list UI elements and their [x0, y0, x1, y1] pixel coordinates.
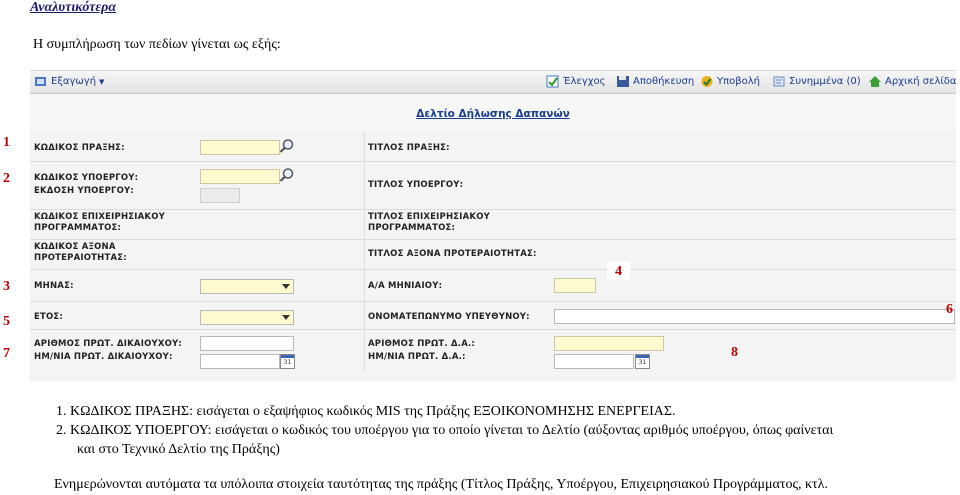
- chevron-down-icon: [282, 284, 290, 289]
- form-screenshot: Εξαγωγή ▼ Έλεγχος Αποθήκευση Υποβολή Συν…: [30, 70, 957, 381]
- calendar-icon[interactable]: 31: [280, 354, 295, 369]
- marker-2: 2: [3, 171, 10, 186]
- da-date-input[interactable]: [554, 354, 634, 369]
- search-icon[interactable]: [279, 138, 295, 154]
- submit-button[interactable]: Υποβολή: [700, 75, 760, 88]
- action-code-label: ΚΩΔΙΚΟΣ ΠΡΑΞΗΣ:: [34, 143, 125, 153]
- chevron-down-icon: ▼: [99, 77, 105, 86]
- op-title-label: ΤΙΤΛΟΣ ΕΠΙΧΕΙΡΗΣΙΑΚΟΥ ΠΡΟΓΡΑΜΜΑΤΟΣ:: [368, 212, 490, 233]
- submit-icon: [701, 76, 713, 87]
- export-menu[interactable]: Εξαγωγή ▼: [34, 75, 104, 88]
- save-label: Αποθήκευση: [633, 76, 695, 87]
- axis-title-label: ΤΙΤΛΟΣ ΑΞΟΝΑ ΠΡΟΤΕΡΑΙΟΤΗΤΑΣ:: [368, 249, 537, 259]
- note-2-continued: και στο Τεχνικό Δελτίο της Πράξης): [77, 442, 280, 457]
- form-row: [30, 209, 956, 240]
- beneficiary-protocol-label: ΑΡΙΘΜΟΣ ΠΡΩΤ. ΔΙΚΑΙΟΥΧΟΥ:: [34, 339, 182, 349]
- check-button[interactable]: Έλεγχος: [546, 75, 605, 88]
- toolbar: Εξαγωγή ▼ Έλεγχος Αποθήκευση Υποβολή Συν…: [30, 71, 957, 94]
- axis-code-label: ΚΩΔΙΚΟΣ ΑΞΟΝΑ ΠΡΟΤΕΡΑΙΟΤΗΤΑΣ:: [34, 242, 127, 263]
- op-code-label: ΚΩΔΙΚΟΣ ΕΠΙΧΕΙΡΗΣΙΑΚΟΥ ΠΡΟΓΡΑΜΜΑΤΟΣ:: [34, 212, 165, 233]
- subproject-version-label: ΕΚΔΟΣΗ ΥΠΟΕΡΓΟΥ:: [34, 186, 135, 196]
- check-label: Έλεγχος: [563, 76, 606, 87]
- save-button[interactable]: Αποθήκευση: [616, 75, 694, 88]
- check-icon: [546, 75, 559, 88]
- calendar-icon[interactable]: 31: [635, 354, 650, 369]
- marker-3: 3: [3, 279, 10, 294]
- section-heading: Αναλυτικότερα: [30, 0, 117, 15]
- subproject-code-input[interactable]: [200, 169, 280, 184]
- monthly-number-label: Α/Α ΜΗΝΙΑΙΟΥ:: [368, 281, 443, 291]
- da-protocol-label: ΑΡΙΘΜΟΣ ΠΡΩΤ. Δ.Α.:: [368, 339, 476, 349]
- intro-text: Η συμπλήρωση των πεδίων γίνεται ως εξής:: [33, 37, 281, 52]
- responsible-label: ΟΝΟΜΑΤΕΠΩΝΥΜΟ ΥΠΕΥΘΥΝΟΥ:: [368, 312, 530, 322]
- form-row: [30, 131, 956, 162]
- beneficiary-protocol-input[interactable]: [200, 336, 294, 351]
- action-code-input[interactable]: [200, 140, 280, 155]
- note-1: 1. ΚΩΔΙΚΟΣ ΠΡΑΞΗΣ: εισάγεται ο εξαψήφιος…: [56, 404, 676, 419]
- monthly-number-input[interactable]: [554, 278, 596, 293]
- attachments-label: Συνημμένα (0): [789, 76, 861, 87]
- save-icon: [617, 76, 629, 87]
- form-row: [30, 269, 956, 302]
- export-icon: [35, 77, 46, 86]
- submit-label: Υποβολή: [717, 76, 761, 87]
- subproject-title-label: ΤΙΤΛΟΣ ΥΠΟΕΡΓΟΥ:: [368, 180, 464, 190]
- note-2: 2. ΚΩΔΙΚΟΣ ΥΠΟΕΡΓΟΥ: εισάγεται ο κωδικός…: [56, 423, 834, 438]
- beneficiary-date-label: ΗΜ/ΝΙΑ ΠΡΩΤ. ΔΙΚΑΙΟΥΧΟΥ:: [34, 352, 173, 362]
- attachment-icon: [773, 76, 785, 87]
- subproject-code-label: ΚΩΔΙΚΟΣ ΥΠΟΕΡΓΟΥ:: [34, 173, 139, 183]
- form-row: [30, 161, 956, 210]
- search-icon[interactable]: [279, 167, 295, 183]
- year-label: ΕΤΟΣ:: [34, 312, 64, 322]
- note-3: Ενημερώνονται αυτόματα τα υπόλοιπα στοιχ…: [54, 477, 828, 492]
- form-title: Δελτίο Δήλωσης Δαπανών: [416, 108, 570, 120]
- home-label: Αρχική σελίδα: [885, 76, 957, 87]
- responsible-input[interactable]: [554, 309, 955, 324]
- marker-1: 1: [3, 135, 10, 150]
- month-label: ΜΗΝΑΣ:: [34, 281, 74, 291]
- action-title-label: ΤΙΤΛΟΣ ΠΡΑΞΗΣ:: [368, 143, 450, 153]
- da-date-label: ΗΜ/ΝΙΑ ΠΡΩΤ. Δ.Α.:: [368, 352, 466, 362]
- marker-4: 4: [607, 262, 630, 280]
- marker-7: 7: [3, 346, 10, 361]
- month-select[interactable]: [200, 279, 294, 294]
- da-protocol-input[interactable]: [554, 336, 664, 351]
- attachments-button[interactable]: Συνημμένα (0): [772, 75, 861, 88]
- form-area: ΚΩΔΙΚΟΣ ΠΡΑΞΗΣ: ΤΙΤΛΟΣ ΠΡΑΞΗΣ: ΚΩΔΙΚΟΣ Υ…: [30, 131, 956, 381]
- year-select[interactable]: [200, 310, 294, 325]
- marker-8: 8: [731, 345, 738, 360]
- home-button[interactable]: Αρχική σελίδα: [868, 75, 957, 88]
- chevron-down-icon: [282, 315, 290, 320]
- beneficiary-date-input[interactable]: [200, 354, 280, 369]
- home-icon: [869, 76, 881, 87]
- export-label: Εξαγωγή: [51, 76, 97, 87]
- marker-5: 5: [3, 314, 10, 329]
- subproject-version-field: [200, 188, 240, 203]
- marker-6: 6: [946, 302, 953, 317]
